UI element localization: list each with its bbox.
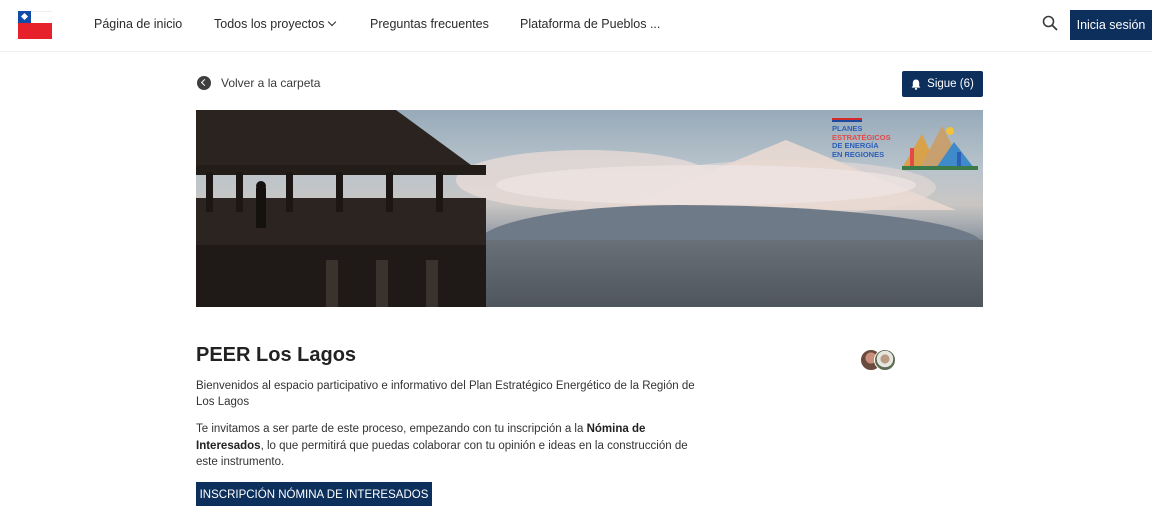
nav-all-projects-label: Todos los proyectos xyxy=(214,17,325,31)
peer-brand-logo: PLANES ESTRATÉGICOS DE ENERGÍA EN REGION… xyxy=(832,116,982,174)
chevron-down-icon xyxy=(328,17,337,27)
follow-button[interactable]: Sigue (6) xyxy=(902,71,983,97)
avatar[interactable] xyxy=(874,349,896,371)
site-header: Página de inicio Todos los proyectos Pre… xyxy=(0,0,1152,52)
invite-text-part2: , lo que permitirá que puedas colaborar … xyxy=(196,439,688,469)
nav-all-projects[interactable]: Todos los proyectos xyxy=(214,17,337,31)
followers-avatars[interactable] xyxy=(860,349,900,373)
invite-text-part1: Te invitamos a ser parte de este proceso… xyxy=(196,423,587,435)
brand-illustration-icon xyxy=(902,126,978,170)
back-to-folder-label: Volver a la carpeta xyxy=(221,76,321,90)
nav-faq[interactable]: Preguntas frecuentes xyxy=(370,17,489,31)
brand-line-4: EN REGIONES xyxy=(832,149,885,159)
login-button[interactable]: Inicia sesión xyxy=(1070,10,1152,40)
back-to-folder-link[interactable]: Volver a la carpeta xyxy=(197,76,320,90)
nav-home[interactable]: Página de inicio xyxy=(94,17,182,31)
register-interested-button[interactable]: INSCRIPCIÓN NÓMINA DE INTERESADOS xyxy=(196,482,432,506)
chile-logo-icon[interactable] xyxy=(18,11,52,39)
back-arrow-icon xyxy=(197,76,211,90)
intro-paragraph: Bienvenidos al espacio participativo e i… xyxy=(196,380,695,408)
hero-banner: PLANES ESTRATÉGICOS DE ENERGÍA EN REGION… xyxy=(196,110,983,307)
bell-icon xyxy=(911,79,921,90)
nav-platform[interactable]: Plataforma de Pueblos ... xyxy=(520,17,660,31)
pier-silhouette xyxy=(196,110,486,307)
page-title: PEER Los Lagos xyxy=(196,344,357,366)
search-icon[interactable] xyxy=(1042,15,1058,31)
follow-label: Sigue (6) xyxy=(927,78,974,90)
banner-ridge xyxy=(476,205,983,245)
invite-paragraph: Te invitamos a ser parte de este proceso… xyxy=(196,421,696,471)
